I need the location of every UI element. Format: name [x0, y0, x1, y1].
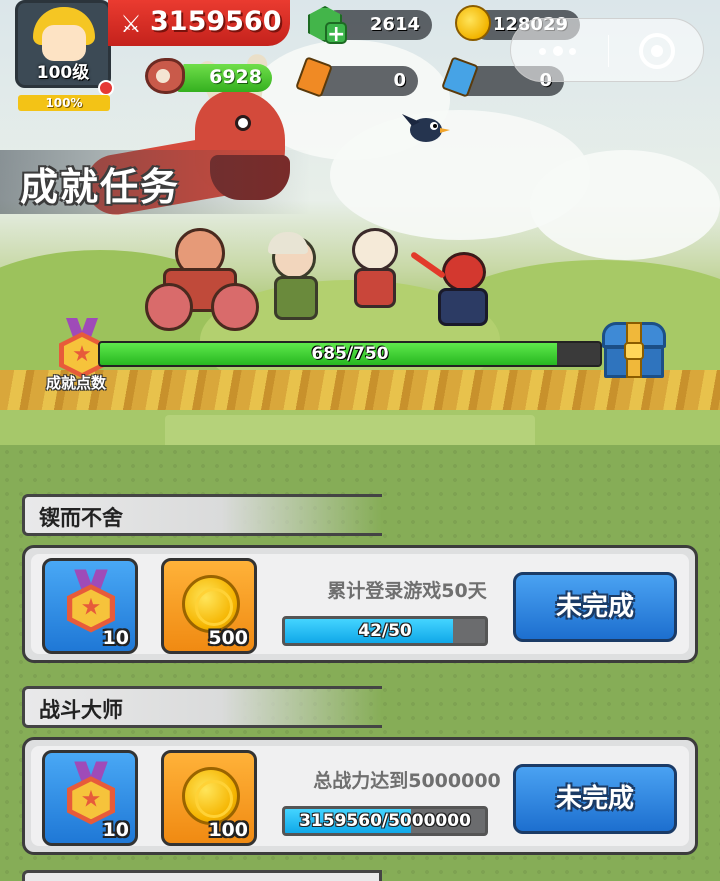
stamina-value: 6928: [209, 66, 262, 88]
achievement-points-bar: 685/750: [98, 341, 602, 367]
task-progress-text: 42/50: [358, 621, 412, 641]
task-progress-bar: 42/50: [282, 616, 488, 646]
achievement-medal-icon: ★: [64, 761, 119, 825]
stamina-bar: 6928: [176, 64, 272, 92]
achievement-points-text: 685/750: [311, 344, 389, 364]
task-status-button[interactable]: 未完成: [513, 572, 677, 642]
page-title-bar: 成就任务: [0, 150, 310, 214]
player-avatar[interactable]: 100级: [15, 0, 111, 88]
task-card: ★ 10 500 累计登录游戏50天 42/50 未完成: [22, 545, 698, 663]
hero-swordsman: [346, 228, 406, 310]
cloud: [530, 150, 720, 260]
add-gems-button[interactable]: +: [325, 22, 347, 46]
task-description: 累计登录游戏50天: [327, 580, 487, 602]
treasure-chest-icon[interactable]: [600, 320, 668, 380]
bird-icon: [402, 114, 450, 142]
exp-percent: 100%: [45, 96, 83, 110]
meat-icon: [145, 58, 185, 94]
exp-bar: 100%: [18, 95, 110, 111]
task-description: 总战力达到5000000: [313, 770, 501, 792]
page-title: 成就任务: [20, 165, 181, 209]
coin-icon: [182, 575, 240, 633]
medal-reward[interactable]: ★ 10: [42, 558, 138, 654]
next-task-header-peek: [22, 870, 382, 881]
task-category-title: 锲而不舍: [39, 506, 123, 530]
coin-reward[interactable]: 100: [161, 750, 257, 846]
task-category-header: 战斗大师: [22, 686, 382, 728]
achievement-medal-icon: ★: [64, 569, 119, 633]
notification-dot: [98, 80, 114, 96]
medal-reward[interactable]: ★ 10: [42, 750, 138, 846]
task-category-header: 锲而不舍: [22, 494, 382, 536]
gem-value: 2614: [369, 14, 420, 35]
task-status-button[interactable]: 未完成: [513, 764, 677, 834]
combat-power-value: 3159560: [150, 6, 282, 37]
orange-ticket-value: 0: [393, 70, 406, 91]
coin-icon: [455, 5, 491, 41]
task-card: ★ 10 100 总战力达到5000000 3159560/5000000 未完…: [22, 737, 698, 855]
coin-reward[interactable]: 500: [161, 558, 257, 654]
hero-warrior: [145, 228, 260, 333]
more-options-icon[interactable]: [539, 41, 583, 61]
coin-icon: [182, 767, 240, 825]
medal-reward-qty: 10: [102, 819, 129, 841]
crossed-swords-icon: ⚔: [120, 10, 142, 38]
task-category-title: 战斗大师: [39, 698, 123, 722]
task-progress-bar: 3159560/5000000: [282, 806, 488, 836]
miniprogram-capsule: [510, 18, 704, 82]
coin-reward-qty: 500: [208, 627, 248, 649]
combat-power-banner: ⚔ 3159560: [108, 0, 290, 46]
hero-red-haired: [408, 251, 498, 332]
achievement-points-label: 成就点数: [46, 374, 107, 392]
coin-reward-qty: 100: [208, 819, 248, 841]
medal-reward-qty: 10: [102, 627, 129, 649]
ground-path: [165, 415, 535, 445]
hero-elf-archer: [262, 232, 332, 326]
task-progress-text: 3159560/5000000: [299, 811, 471, 831]
player-level: 100级: [36, 63, 90, 83]
close-miniprogram-icon[interactable]: [639, 33, 675, 69]
